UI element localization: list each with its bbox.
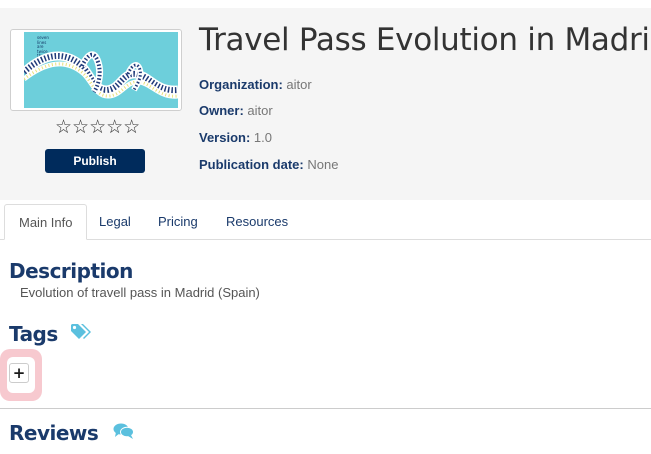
tab-bar: Main Info Legal Pricing Resources — [0, 204, 651, 240]
reviews-heading-row: Reviews — [9, 421, 135, 447]
meta-value: aitor — [247, 103, 273, 118]
tags-icon — [70, 323, 94, 346]
tab-resources[interactable]: Resources — [212, 204, 302, 239]
tab-pricing[interactable]: Pricing — [144, 204, 212, 239]
publish-button[interactable]: Publish — [45, 149, 145, 173]
tab-main-info[interactable]: Main Info — [4, 204, 88, 240]
meta-label: Version: — [199, 130, 251, 145]
description-heading: Description — [9, 259, 133, 283]
description-text: Evolution of travell pass in Madrid (Spa… — [20, 285, 260, 300]
comments-icon — [113, 422, 135, 445]
meta-label: Owner: — [199, 103, 244, 118]
tags-heading-row: Tags — [9, 322, 94, 348]
section-divider — [0, 408, 651, 409]
meta-value: 1.0 — [253, 130, 272, 145]
meta-owner: Owner: aitor — [199, 103, 273, 118]
meta-organization: Organization: aitor — [199, 77, 312, 92]
product-title: Travel Pass Evolution in Madrid — [199, 22, 651, 58]
meta-value: None — [307, 157, 339, 172]
product-thumbnail-frame: seven lines are twice the magic — [10, 29, 182, 111]
tags-heading: Tags — [9, 322, 58, 346]
meta-label: Publication date: — [199, 157, 304, 172]
reviews-heading: Reviews — [9, 421, 99, 445]
ribbon-graphic — [24, 51, 178, 99]
meta-publication-date: Publication date: None — [199, 157, 338, 172]
tab-legal[interactable]: Legal — [85, 204, 145, 239]
meta-version: Version: 1.0 — [199, 130, 272, 145]
rating-stars[interactable]: ☆☆☆☆☆ — [55, 117, 140, 137]
meta-label: Organization: — [199, 77, 283, 92]
add-tag-button[interactable]: + — [9, 363, 29, 383]
product-thumbnail: seven lines are twice the magic — [24, 32, 178, 108]
meta-value: aitor — [286, 77, 312, 92]
